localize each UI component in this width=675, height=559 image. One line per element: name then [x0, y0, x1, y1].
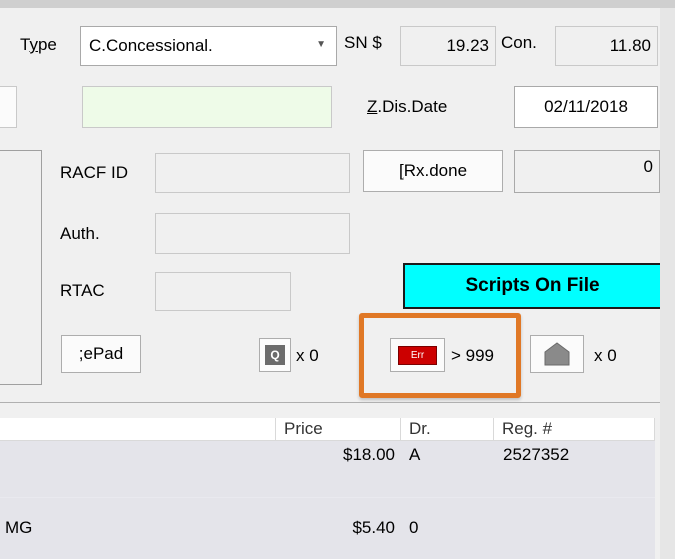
q-count: x 0: [296, 346, 319, 365]
rx-count: 0: [643, 157, 653, 176]
house-count: x 0: [594, 346, 617, 365]
scripts-on-file-button[interactable]: Scripts On File: [403, 263, 662, 309]
row-price: $18.00: [343, 445, 395, 464]
items-grid: Price Dr. Reg. # $18.00 A 2527352 MG $5.…: [0, 418, 655, 559]
con-value: 11.80: [609, 36, 651, 55]
epad-button[interactable]: ; ePad: [61, 335, 141, 373]
sn-value: 19.23: [446, 36, 489, 55]
rx-count-field: 0: [514, 150, 660, 193]
q-icon: Q: [265, 345, 285, 365]
row-dr: A: [409, 445, 421, 464]
col-header-price[interactable]: Price: [276, 418, 401, 441]
row-price: $5.40: [352, 518, 395, 537]
racf-id-label: RACF ID: [60, 163, 128, 182]
grid-separator: [0, 402, 675, 403]
table-row[interactable]: MG $5.40 0: [0, 497, 655, 552]
sn-label: SN $: [344, 33, 382, 52]
auth-label: Auth.: [60, 224, 100, 243]
window-right-edge: [660, 8, 675, 559]
row-reg: 2527352: [503, 445, 570, 464]
err-count: > 999: [451, 346, 495, 365]
col-header-dr[interactable]: Dr.: [401, 418, 494, 441]
err-button[interactable]: Err: [390, 338, 445, 372]
err-icon: Err: [398, 345, 437, 365]
sn-field: 19.23: [400, 26, 496, 66]
rtac-label: RTAC: [60, 281, 105, 300]
rx-done-label: Rx.done: [403, 161, 468, 180]
epad-label: ePad: [83, 344, 124, 363]
zdis-date-field[interactable]: 02/11/2018: [514, 86, 658, 128]
zdis-date-label: Z.Dis.Date: [367, 98, 447, 115]
rx-done-button[interactable]: [ Rx.done: [363, 150, 503, 192]
auth-field[interactable]: [155, 213, 350, 254]
house-button[interactable]: [530, 335, 584, 373]
scripts-on-file-label: Scripts On File: [465, 275, 600, 296]
zdis-accel: Z: [367, 97, 378, 116]
type-label: Type: [20, 35, 57, 54]
window-top-edge: [0, 0, 675, 8]
racf-id-field[interactable]: [155, 153, 350, 193]
zdis-text: .Dis.Date: [377, 97, 448, 116]
col-header-reg[interactable]: Reg. #: [494, 418, 655, 441]
row-dr: 0: [409, 518, 419, 537]
zdis-date-value: 02/11/2018: [544, 97, 628, 116]
type-value: C.Concessional.: [89, 36, 213, 55]
left-group-box: [0, 150, 42, 385]
chevron-down-icon: ▼: [316, 39, 326, 50]
house-icon: [544, 342, 570, 366]
green-field[interactable]: [82, 86, 332, 128]
rtac-field[interactable]: [155, 272, 291, 311]
col-header-desc[interactable]: [0, 418, 276, 441]
row-desc: MG: [5, 518, 33, 537]
type-dropdown[interactable]: C.Concessional. ▼: [80, 26, 337, 66]
q-button[interactable]: Q: [259, 338, 291, 372]
con-field: 11.80: [555, 26, 658, 66]
prescription-form: Type C.Concessional. ▼ SN $ 19.23 Con. 1…: [0, 0, 675, 559]
left-edge-field[interactable]: [0, 86, 17, 128]
con-label: Con.: [501, 33, 537, 52]
table-row[interactable]: $18.00 A 2527352: [0, 442, 655, 497]
